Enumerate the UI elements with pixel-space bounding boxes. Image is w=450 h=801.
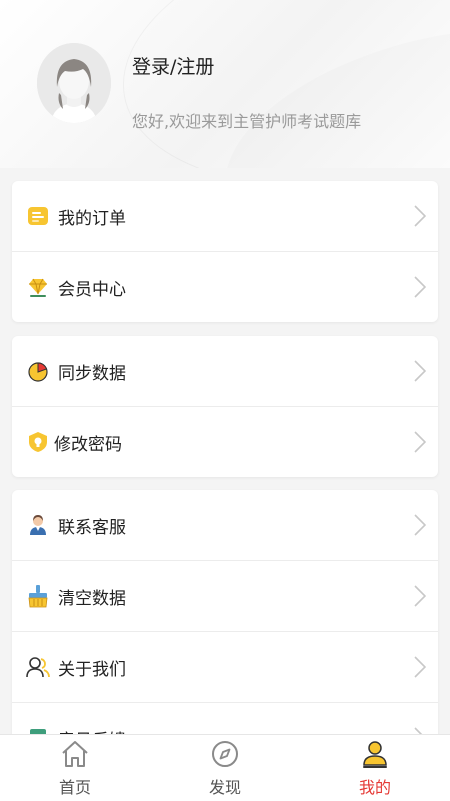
- menu-item-label: 清空数据: [58, 588, 126, 609]
- menu-item-sync-data[interactable]: 同步数据: [12, 336, 438, 407]
- bottom-tab-bar: 首页 发现 我的: [0, 734, 450, 801]
- profile-header: 登录/注册 您好,欢迎来到主管护师考试题库: [0, 0, 450, 168]
- menu-item-about-us[interactable]: 关于我们: [12, 632, 438, 703]
- menu-item-label: 联系客服: [58, 517, 126, 538]
- menu-item-clear-data[interactable]: 清空数据: [12, 561, 438, 632]
- menu-group-data: 同步数据 修改密码: [12, 336, 438, 477]
- chevron-right-icon: [414, 205, 426, 227]
- chevron-right-icon: [414, 585, 426, 607]
- menu-item-label: 关于我们: [58, 659, 126, 680]
- tab-home[interactable]: 首页: [0, 735, 150, 801]
- chevron-right-icon: [414, 656, 426, 678]
- menu-group-more: 联系客服 清空数据 关于我们: [12, 490, 438, 773]
- tab-mine[interactable]: 我的: [300, 735, 450, 801]
- chevron-right-icon: [414, 360, 426, 382]
- avatar[interactable]: [37, 43, 111, 123]
- tab-label: 我的: [358, 778, 391, 797]
- diamond-icon: [26, 275, 50, 299]
- menu-item-label: 会员中心: [58, 279, 126, 300]
- menu-item-change-password[interactable]: 修改密码: [12, 407, 438, 477]
- menu-item-my-orders[interactable]: 我的订单: [12, 181, 438, 252]
- menu-group-account: 我的订单 会员中心: [12, 181, 438, 322]
- menu-item-label: 修改密码: [54, 434, 122, 455]
- menu-item-label: 同步数据: [58, 363, 126, 384]
- order-icon: [26, 204, 50, 228]
- chevron-right-icon: [414, 431, 426, 453]
- login-register-link[interactable]: 登录/注册: [132, 52, 214, 79]
- menu-item-label: 我的订单: [58, 208, 126, 229]
- clear-data-icon: [26, 584, 50, 608]
- compass-icon: [212, 741, 238, 767]
- about-us-icon: [26, 655, 50, 679]
- user-icon: [363, 741, 387, 768]
- chevron-right-icon: [414, 276, 426, 298]
- welcome-text: 您好,欢迎来到主管护师考试题库: [132, 112, 362, 131]
- menu-item-contact-service[interactable]: 联系客服: [12, 490, 438, 561]
- menu-item-vip-center[interactable]: 会员中心: [12, 252, 438, 322]
- chevron-right-icon: [414, 514, 426, 536]
- customer-service-icon: [26, 513, 50, 537]
- home-icon: [62, 741, 88, 767]
- tab-label: 发现: [208, 778, 241, 797]
- sync-pie-icon: [26, 359, 50, 383]
- tab-discover[interactable]: 发现: [150, 735, 300, 801]
- password-bulb-icon: [26, 430, 50, 454]
- tab-label: 首页: [58, 778, 91, 797]
